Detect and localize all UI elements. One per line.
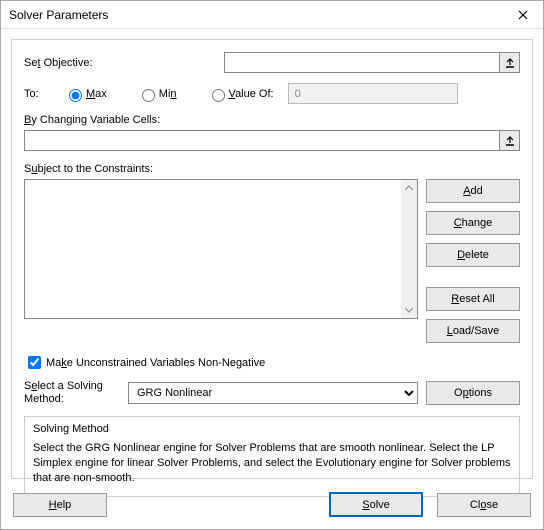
make-unconstrained-checkbox[interactable]: Make Unconstrained Variables Non-Negativ… [24, 353, 520, 372]
dialog-title: Solver Parameters [9, 8, 503, 22]
dialog-buttons: Help Solve Close [13, 492, 531, 517]
objective-ref-input [224, 52, 520, 73]
close-icon [518, 10, 528, 20]
add-button[interactable]: Add [426, 179, 520, 203]
chevron-up-icon [405, 185, 413, 191]
desc-text: Select the GRG Nonlinear engine for Solv… [33, 441, 511, 486]
collapse-icon [505, 136, 515, 146]
solve-button[interactable]: Solve [329, 492, 423, 517]
value-of-label: Value Of: [229, 88, 274, 100]
reset-all-button[interactable]: Reset All [426, 287, 520, 311]
titlebar: Solver Parameters [1, 1, 543, 29]
main-panel: Set Objective: To: Max Min Value Of: [11, 39, 533, 479]
max-radio-input[interactable] [69, 89, 82, 102]
scroll-down-button[interactable] [401, 302, 417, 318]
load-save-button[interactable]: Load/Save [426, 319, 520, 343]
change-button[interactable]: Change [426, 211, 520, 235]
set-objective-label: Set Objective: [24, 57, 224, 69]
select-method-label: Select a Solving Method: [24, 380, 120, 406]
close-dialog-button[interactable]: Close [437, 493, 531, 517]
max-label: Max [86, 88, 107, 100]
to-label: To: [24, 88, 64, 100]
changing-cells-label: By Changing Variable Cells: [24, 114, 520, 126]
chevron-down-icon [405, 307, 413, 313]
collapse-icon [505, 58, 515, 68]
value-of-input [288, 83, 458, 104]
solving-method-select[interactable]: GRG Nonlinear [128, 382, 418, 404]
max-radio[interactable]: Max [64, 86, 107, 102]
close-button[interactable] [503, 1, 543, 29]
constraints-label: Subject to the Constraints: [24, 163, 520, 175]
scroll-up-button[interactable] [401, 180, 417, 196]
min-radio[interactable]: Min [137, 86, 177, 102]
objective-input[interactable] [224, 52, 499, 73]
value-of-radio-input[interactable] [212, 89, 225, 102]
make-unconstrained-label: Make Unconstrained Variables Non-Negativ… [46, 357, 265, 369]
desc-title: Solving Method [33, 423, 511, 435]
solving-method-description: Solving Method Select the GRG Nonlinear … [24, 416, 520, 497]
solver-parameters-dialog: Solver Parameters Set Objective: To: Max [0, 0, 544, 530]
changing-cells-ref-input [24, 130, 520, 151]
options-button[interactable]: Options [426, 381, 520, 405]
min-radio-input[interactable] [142, 89, 155, 102]
value-of-radio[interactable]: Value Of: [207, 86, 274, 102]
min-label: Min [159, 88, 177, 100]
make-unconstrained-input[interactable] [28, 356, 41, 369]
scrollbar[interactable] [401, 180, 417, 318]
delete-button[interactable]: Delete [426, 243, 520, 267]
objective-ref-button[interactable] [499, 52, 520, 73]
constraints-listbox[interactable] [24, 179, 418, 319]
changing-cells-input[interactable] [24, 130, 499, 151]
changing-cells-ref-button[interactable] [499, 130, 520, 151]
help-button[interactable]: Help [13, 493, 107, 517]
